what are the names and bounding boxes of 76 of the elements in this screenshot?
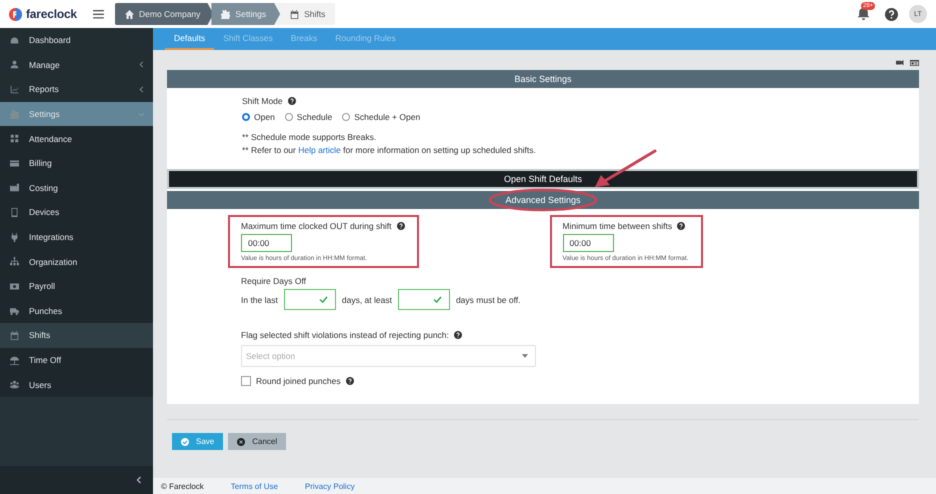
card-icon xyxy=(10,158,19,168)
menu-icon[interactable] xyxy=(93,10,104,18)
copyright-text: © Fareclock xyxy=(161,482,204,490)
logo-icon xyxy=(9,8,22,20)
truck-icon xyxy=(10,306,19,316)
sidebar-item[interactable]: Punches xyxy=(0,298,153,324)
footer-link[interactable]: Terms of Use xyxy=(230,482,278,490)
sidebar-item[interactable]: Organization xyxy=(0,249,153,274)
field-label: In the last xyxy=(241,294,278,304)
note-text: ** Schedule mode supports Breaks. xyxy=(242,132,378,142)
days-field[interactable] xyxy=(398,289,450,310)
note-text: ** Refer to our Help article for more information on setting up scheduled shifts. xyxy=(242,145,537,155)
time-field[interactable]: 00:00 xyxy=(562,234,614,252)
radio-option[interactable]: Open xyxy=(242,112,275,122)
banknote-icon xyxy=(10,282,19,291)
time-field[interactable]: 00:00 xyxy=(241,234,292,252)
logo-text: fareclock xyxy=(26,7,77,21)
sidebar-item[interactable]: Shifts xyxy=(0,323,153,348)
camera-icon[interactable] xyxy=(896,59,905,67)
sidebar-item[interactable]: Attendance xyxy=(0,126,153,151)
chart-icon xyxy=(10,84,19,94)
users-icon xyxy=(10,380,19,390)
umbrella-icon xyxy=(10,356,19,365)
sitemap-icon xyxy=(10,257,19,266)
tablet-icon xyxy=(10,208,19,217)
field-label: Shift Mode xyxy=(242,96,283,106)
calendar-icon xyxy=(290,10,300,18)
check-circle-icon xyxy=(181,438,189,446)
sidebar-item[interactable]: Time Off xyxy=(0,348,153,372)
sidebar-item[interactable]: Billing xyxy=(0,150,153,176)
radio-option[interactable]: Schedule xyxy=(284,112,332,122)
close-circle-icon xyxy=(237,438,246,446)
field-label: Maximum time clocked OUT during shift xyxy=(241,221,392,231)
field-label: Minimum time between shifts xyxy=(562,221,672,231)
field-label: Flag selected shift violations instead of rejecting punch: xyxy=(241,330,449,340)
check-icon xyxy=(318,296,328,303)
bell-icon[interactable] xyxy=(857,7,870,20)
breadcrumb-item[interactable]: Demo Company xyxy=(115,3,214,25)
calendar-icon xyxy=(10,330,19,340)
gauge-icon xyxy=(10,36,19,45)
grid-icon xyxy=(10,134,19,144)
sidebar-item[interactable]: Users xyxy=(0,372,153,397)
help-icon[interactable] xyxy=(346,377,354,385)
factory-icon xyxy=(10,183,19,192)
sidebar-item[interactable]: Reports xyxy=(0,77,153,102)
annotation-arrow xyxy=(593,149,657,189)
help-icon[interactable] xyxy=(288,97,296,105)
field-label: days must be off. xyxy=(456,294,521,304)
radio-option[interactable]: Schedule + Open xyxy=(342,112,420,122)
days-field[interactable] xyxy=(284,289,336,310)
caret-icon xyxy=(522,354,528,358)
section-header: Basic Settings xyxy=(167,70,919,88)
sidebar-item[interactable]: Payroll xyxy=(0,274,153,299)
help-icon[interactable] xyxy=(454,331,462,339)
help-icon[interactable] xyxy=(396,222,405,230)
sidebar-item[interactable]: Costing xyxy=(0,176,153,200)
plug-icon xyxy=(10,232,19,242)
sidebar-item[interactable]: Devices xyxy=(0,200,153,225)
footer-link[interactable]: Privacy Policy xyxy=(304,482,355,490)
cancel-button[interactable]: Cancel xyxy=(228,433,286,450)
sidebar-item[interactable]: Integrations xyxy=(0,224,153,250)
help-link[interactable]: Help article xyxy=(298,145,341,155)
help-icon[interactable] xyxy=(677,222,686,230)
sidebar-item[interactable]: Manage xyxy=(0,52,153,78)
home-icon xyxy=(125,10,134,18)
user-icon xyxy=(10,60,19,70)
section-header: Open Shift Defaults xyxy=(167,169,919,189)
help-icon[interactable] xyxy=(885,8,898,20)
field-label: days, at least xyxy=(342,294,392,304)
sidebar-item[interactable]: Dashboard xyxy=(0,28,153,53)
collapse-icon[interactable] xyxy=(135,476,143,484)
checkbox[interactable]: Round joined punches xyxy=(241,376,341,386)
section-header: Advanced Settings xyxy=(167,191,919,209)
check-icon xyxy=(432,296,442,303)
card-icon[interactable] xyxy=(910,59,919,67)
field-label: Require Days Off xyxy=(241,276,308,286)
